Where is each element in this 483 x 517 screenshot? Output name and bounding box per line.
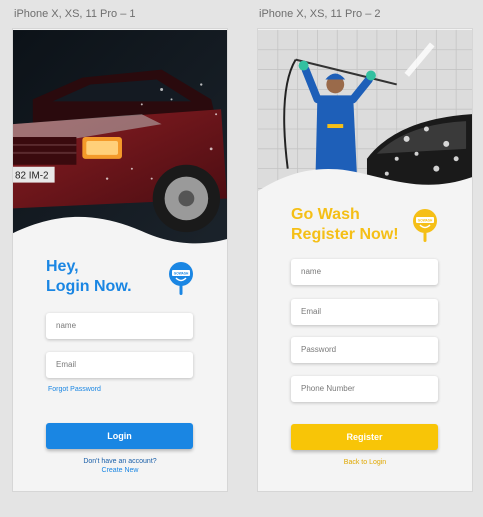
- register-button[interactable]: Register: [291, 424, 438, 450]
- heading-line-1: Hey,: [46, 258, 79, 275]
- register-screen: Go Wash Register Now! GOWASH name Email …: [257, 28, 473, 492]
- email-input[interactable]: Email: [46, 352, 193, 378]
- svg-text:82 IM-2: 82 IM-2: [15, 171, 49, 182]
- password-input[interactable]: Password: [291, 337, 438, 363]
- artboard-title-2: iPhone X, XS, 11 Pro – 2: [259, 8, 381, 20]
- gowash-logo-icon: GOWASH: [169, 262, 193, 295]
- heading-line-1: Go Wash: [291, 206, 360, 223]
- heading-line-2: Login Now.: [46, 278, 132, 295]
- gowash-logo-icon: GOWASH: [413, 209, 437, 242]
- name-input[interactable]: name: [291, 259, 438, 285]
- phone-number-input[interactable]: Phone Number: [291, 376, 438, 402]
- forgot-password-link[interactable]: Forgot Password: [48, 386, 101, 393]
- artboard-title-1: iPhone X, XS, 11 Pro – 1: [14, 8, 136, 20]
- login-screen: 82 IM-2 Hey, Login Now. GOWASH name Emai…: [12, 28, 228, 492]
- no-account-text: Don't have an account?: [83, 458, 157, 465]
- create-new-link[interactable]: Create New: [13, 467, 227, 474]
- login-heading: Hey, Login Now.: [46, 257, 132, 297]
- login-button[interactable]: Login: [46, 423, 193, 449]
- name-input[interactable]: name: [46, 313, 193, 339]
- heading-line-2: Register Now!: [291, 226, 399, 243]
- email-input[interactable]: Email: [291, 299, 438, 325]
- register-heading: Go Wash Register Now!: [291, 205, 399, 245]
- logo-text: GOWASH: [174, 272, 189, 276]
- logo-text: GOWASH: [418, 219, 433, 223]
- back-to-login-link[interactable]: Back to Login: [258, 459, 472, 466]
